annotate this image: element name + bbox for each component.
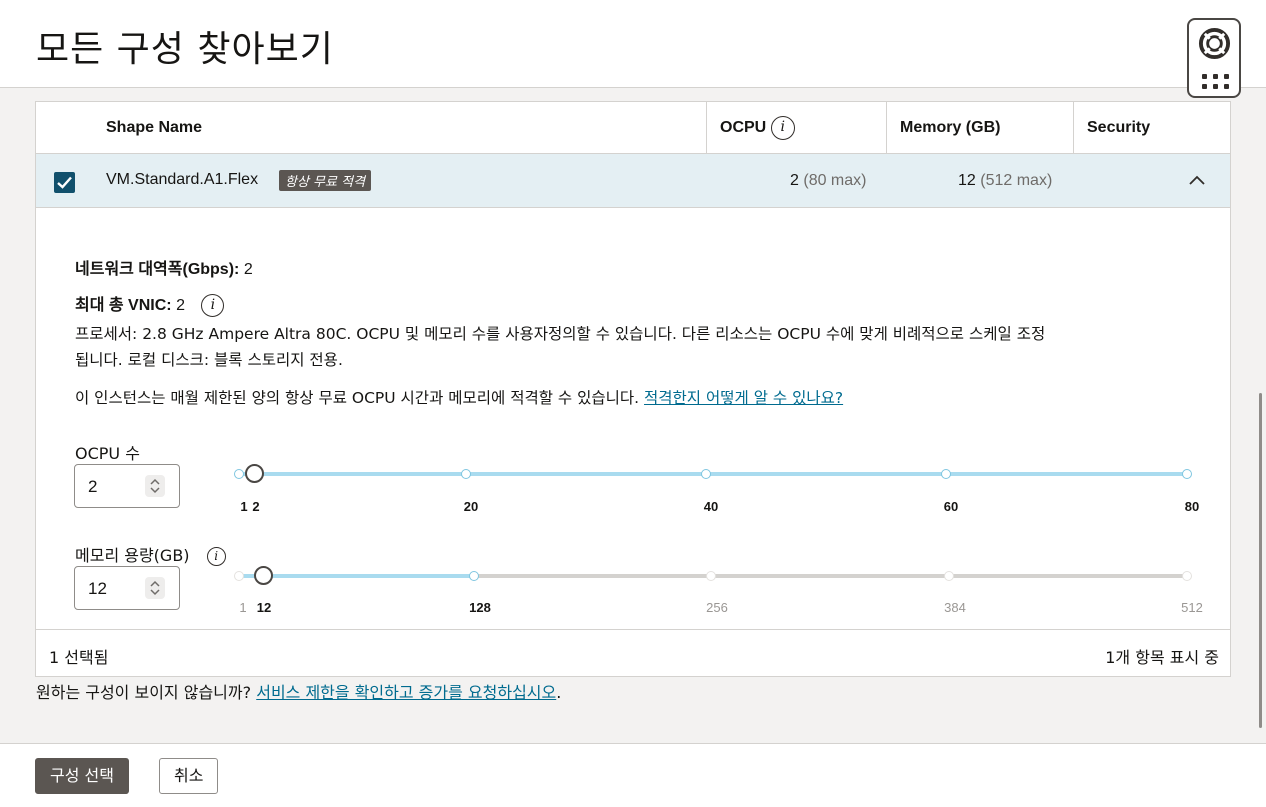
network-bandwidth: 네트워크 대역폭(Gbps): 2: [75, 255, 253, 279]
shape-name: VM.Standard.A1.Flex: [106, 171, 259, 188]
ocpu-slider-track[interactable]: [239, 472, 1189, 476]
memory-value: 12: [958, 172, 976, 189]
max-vnic: 최대 총 VNIC: 2 i: [75, 291, 225, 318]
always-free-badge: 항상 무료 적격: [279, 170, 372, 191]
selected-count: 1 선택됨: [49, 648, 109, 667]
shape-table: Shape Name OCPU i Memory (GB) Security V…: [35, 101, 1231, 677]
ocpu-slider-stop[interactable]: [461, 469, 471, 479]
lifebuoy-icon[interactable]: [1198, 27, 1231, 60]
memory-tick: 1: [239, 600, 247, 615]
column-ocpu-label: OCPU: [720, 119, 767, 136]
select-shape-button[interactable]: 구성 선택: [35, 758, 129, 794]
memory-tick: 12: [256, 600, 272, 615]
missing-shape-note: 원하는 구성이 보이지 않습니까? 서비스 제한을 확인하고 증가를 요청하십시…: [36, 679, 561, 703]
ocpu-slider-stop[interactable]: [234, 469, 244, 479]
info-icon[interactable]: i: [201, 294, 225, 318]
cancel-button[interactable]: 취소: [159, 758, 219, 794]
network-bandwidth-label: 네트워크 대역폭(Gbps):: [75, 261, 240, 278]
memory-slider-stop[interactable]: [944, 571, 954, 581]
column-shape-name[interactable]: Shape Name: [106, 102, 202, 154]
ocpu-count-label: OCPU 수: [75, 444, 140, 463]
memory-slider-handle[interactable]: [254, 566, 273, 585]
ocpu-value: 2: [790, 172, 799, 189]
ocpu-tick: 20: [463, 499, 479, 514]
row-detail-panel: 네트워크 대역폭(Gbps): 2 최대 총 VNIC: 2 i 프로세서: 2…: [36, 209, 1230, 629]
service-limits-link[interactable]: 서비스 제한을 확인하고 증가를 요청하십시오: [256, 683, 556, 702]
ocpu-tick: 2: [252, 499, 260, 514]
row-checkbox[interactable]: [54, 172, 75, 193]
ocpu-slider-handle[interactable]: [245, 464, 264, 483]
ocpu-count-stepper[interactable]: 2: [74, 464, 180, 508]
eligibility-link[interactable]: 적격한지 어떻게 알 수 있나요?: [644, 389, 843, 407]
ocpu-count-value[interactable]: 2: [88, 477, 97, 497]
table-footer: 1 선택됨 1개 항목 표시 중: [36, 629, 1230, 676]
memory-size-stepper[interactable]: 12: [74, 566, 180, 610]
page-title: 모든 구성 찾아보기: [36, 29, 334, 70]
apps-grid-icon[interactable]: [1202, 74, 1230, 90]
checkmark-icon: [57, 176, 72, 189]
memory-cell: 12 (512 max): [958, 172, 1052, 190]
stepper-arrows[interactable]: [145, 577, 165, 599]
max-vnic-label: 최대 총 VNIC:: [75, 297, 172, 314]
ocpu-slider-stop[interactable]: [1182, 469, 1192, 479]
memory-slider-stop[interactable]: [234, 571, 244, 581]
memory-slider-stop[interactable]: [1182, 571, 1192, 581]
column-ocpu[interactable]: OCPU i: [706, 102, 886, 154]
ocpu-tick: 40: [703, 499, 719, 514]
memory-slider-stop[interactable]: [469, 571, 479, 581]
ocpu-slider-stop[interactable]: [701, 469, 711, 479]
ocpu-max: (80 max): [803, 172, 867, 189]
scrollbar[interactable]: [1259, 393, 1262, 728]
ocpu-slider-stop[interactable]: [941, 469, 951, 479]
memory-tick: 384: [944, 600, 966, 615]
stepper-arrows-icon[interactable]: [145, 577, 165, 599]
memory-size-value[interactable]: 12: [88, 579, 107, 599]
help-widget[interactable]: [1187, 18, 1241, 98]
info-icon[interactable]: i: [206, 547, 226, 566]
ocpu-cell: 2 (80 max): [790, 172, 866, 190]
ocpu-tick: 80: [1184, 499, 1200, 514]
chevron-up-icon[interactable]: [1188, 174, 1206, 186]
processor-line-1: 프로세서: 2.8 GHz Ampere Altra 80C. OCPU 및 메…: [75, 325, 1046, 343]
info-icon[interactable]: i: [770, 115, 795, 140]
ocpu-tick: 60: [943, 499, 959, 514]
max-vnic-value: 2: [176, 297, 185, 314]
dialog-footer: 구성 선택 취소: [0, 743, 1266, 807]
eligibility-text: 이 인스턴스는 매월 제한된 양의 항상 무료 OCPU 시간과 메모리에 적격…: [75, 389, 640, 407]
processor-line-2: 됩니다. 로컬 디스크: 블록 스토리지 전용.: [75, 351, 343, 369]
showing-count: 1개 항목 표시 중: [1105, 648, 1219, 667]
ocpu-tick: 1: [240, 499, 248, 514]
stepper-arrows-icon[interactable]: [145, 475, 165, 497]
table-header: Shape Name OCPU i Memory (GB) Security: [36, 102, 1230, 154]
memory-tick: 256: [706, 600, 728, 615]
note-period: .: [556, 683, 562, 702]
memory-tick: 128: [469, 600, 491, 615]
table-row[interactable]: VM.Standard.A1.Flex 항상 무료 적격 2 (80 max) …: [36, 154, 1230, 208]
memory-size-label-text: 메모리 용량(GB): [75, 546, 190, 565]
memory-max: (512 max): [980, 172, 1053, 189]
dialog-header: 모든 구성 찾아보기: [0, 0, 1266, 88]
eligibility-note: 이 인스턴스는 매월 제한된 양의 항상 무료 OCPU 시간과 메모리에 적격…: [75, 385, 1195, 411]
column-security[interactable]: Security: [1073, 102, 1230, 154]
memory-slider-range[interactable]: [239, 574, 474, 578]
memory-tick: 512: [1181, 600, 1203, 615]
column-memory[interactable]: Memory (GB): [886, 102, 1073, 154]
processor-description: 프로세서: 2.8 GHz Ampere Altra 80C. OCPU 및 메…: [75, 321, 1195, 373]
memory-slider-stop[interactable]: [706, 571, 716, 581]
memory-size-label: 메모리 용량(GB) i: [75, 542, 226, 566]
network-bandwidth-value: 2: [243, 261, 253, 278]
missing-shape-text: 원하는 구성이 보이지 않습니까?: [36, 683, 252, 702]
stepper-arrows[interactable]: [145, 475, 165, 497]
